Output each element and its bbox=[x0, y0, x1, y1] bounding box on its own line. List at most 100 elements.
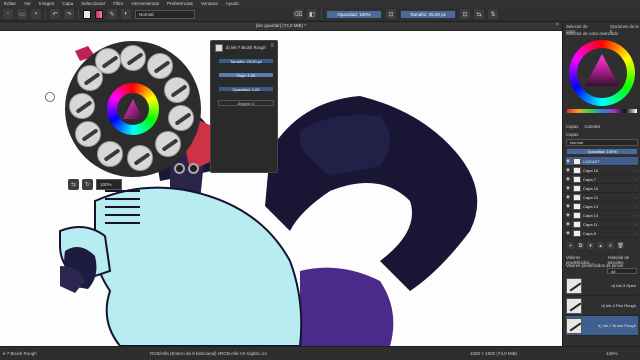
menu-ver[interactable]: Ver bbox=[24, 1, 31, 6]
brush-opacity-slider[interactable]: Opacidad: 1,00 bbox=[218, 86, 274, 92]
layer-row[interactable]: ◉ Capa 7 ▫ bbox=[566, 175, 638, 184]
brush-preset-slot[interactable] bbox=[69, 93, 95, 119]
brush-preset-item[interactable]: d) Ink-7 Brush Rough bbox=[566, 316, 638, 336]
visibility-eye-icon[interactable]: ◉ bbox=[566, 194, 571, 200]
preset-tag-select[interactable]: All bbox=[607, 268, 637, 274]
layer-row[interactable]: ◉ LINEART ▫ bbox=[566, 157, 638, 166]
redo-icon[interactable]: ↷ bbox=[64, 9, 74, 19]
brush-flow-slider[interactable]: Flujo: 1,00 bbox=[218, 72, 274, 78]
opacity-slider[interactable]: Opacidad: 100% bbox=[326, 9, 382, 19]
gradient-swatch[interactable] bbox=[83, 9, 91, 19]
layer-row[interactable]: ◉ Capa 14 ▫ bbox=[566, 211, 638, 220]
close-icon[interactable]: × bbox=[555, 22, 559, 28]
mirror-vertical-icon[interactable]: ⇅ bbox=[488, 9, 498, 19]
layer-opacity-slider[interactable]: Opacidad: 100% bbox=[566, 148, 638, 155]
layer-thumbnail bbox=[573, 166, 581, 174]
delete-layer-icon[interactable]: 🗑 bbox=[617, 242, 624, 249]
menu-ayuda[interactable]: Ayuda bbox=[226, 1, 239, 6]
brush-size-slider[interactable]: Tamaño: 25,00 px bbox=[218, 58, 274, 64]
visibility-eye-icon[interactable]: ◉ bbox=[566, 221, 571, 227]
alpha-lock-icon[interactable]: ▫ bbox=[635, 195, 638, 200]
brush-preset-slot[interactable] bbox=[155, 131, 181, 157]
brush-preset-item[interactable]: d) Ink-3 Gpen bbox=[566, 276, 638, 296]
visibility-eye-icon[interactable]: ◉ bbox=[566, 212, 571, 218]
menu-seleccionar[interactable]: Seleccionar bbox=[81, 1, 105, 6]
color-history-strip[interactable] bbox=[567, 109, 637, 113]
brush-preset-icon[interactable]: ✎ bbox=[107, 9, 117, 19]
menu-imagen[interactable]: Imagen bbox=[39, 1, 54, 6]
blend-mode-select[interactable]: Normal bbox=[135, 9, 195, 19]
visibility-eye-icon[interactable]: ◉ bbox=[566, 167, 571, 173]
mirror-horizontal-icon[interactable]: ⇆ bbox=[474, 9, 484, 19]
popup-palette[interactable] bbox=[65, 41, 201, 177]
alpha-lock-icon[interactable]: ▫ bbox=[635, 222, 638, 227]
fill-mode-icon[interactable]: ◐ bbox=[121, 9, 131, 19]
save-icon[interactable]: ▪ bbox=[31, 9, 41, 19]
tab-channels[interactable]: Canales bbox=[584, 124, 600, 129]
layer-row[interactable]: ◉ Capa 16 ▫ bbox=[566, 166, 638, 175]
right-docker: Selector de color Opciones de la h Selec… bbox=[562, 22, 640, 346]
visibility-eye-icon[interactable]: ◉ bbox=[566, 176, 571, 182]
move-up-icon[interactable]: ▴ bbox=[597, 242, 604, 249]
palette-circle-button[interactable] bbox=[174, 163, 185, 174]
menu-preferencias[interactable]: Preferencias bbox=[167, 1, 193, 6]
visibility-eye-icon[interactable]: ◉ bbox=[566, 185, 571, 191]
visibility-eye-icon[interactable]: ◉ bbox=[566, 203, 571, 209]
layer-properties-icon[interactable]: ≡ bbox=[607, 242, 614, 249]
brush-preset-slot[interactable] bbox=[168, 105, 194, 131]
popup-menu-icon[interactable]: ≡ bbox=[270, 43, 274, 49]
open-document-icon[interactable]: ▭ bbox=[17, 9, 27, 19]
duplicate-layer-icon[interactable]: ⧉ bbox=[577, 242, 584, 249]
pattern-swatch[interactable] bbox=[95, 9, 103, 19]
status-bar: k-7 Brush Rough RGB/Alfa (Entero de 8 bi… bbox=[0, 346, 640, 360]
layer-row[interactable]: ◉ Capa 15 ▫ bbox=[566, 184, 638, 193]
status-zoom[interactable]: 126% bbox=[606, 351, 618, 356]
alpha-lock-icon[interactable]: ▫ bbox=[635, 204, 638, 209]
tab-layers[interactable]: Capas bbox=[566, 124, 578, 129]
rotate-canvas-icon[interactable]: ↻ bbox=[82, 179, 93, 190]
menu-ventana[interactable]: Ventana bbox=[201, 1, 218, 6]
alpha-lock-icon[interactable]: ▫ bbox=[635, 177, 638, 182]
layer-blend-mode-select[interactable]: Normal bbox=[566, 139, 638, 146]
menu-editar[interactable]: Editar bbox=[4, 1, 16, 6]
layer-row[interactable]: ◉ Capa 10 ▫ bbox=[566, 193, 638, 202]
layer-row[interactable]: ◉ Capa 11 ▫ bbox=[566, 220, 638, 229]
move-down-icon[interactable]: ▾ bbox=[587, 242, 594, 249]
menu-herramientas[interactable]: Herramientas bbox=[131, 1, 159, 6]
alpha-lock-icon[interactable]: ▫ bbox=[635, 159, 638, 164]
brush-preset-slot[interactable] bbox=[97, 141, 123, 167]
brush-angle-field[interactable]: Ángulo: 0 bbox=[218, 100, 274, 106]
brush-preset-item[interactable]: d) Ink-4 Pen Rough bbox=[566, 296, 638, 316]
layer-row[interactable]: ◉ Capa 8 ▫ bbox=[566, 229, 638, 238]
menu-capa[interactable]: Capa bbox=[62, 1, 73, 6]
undo-icon[interactable]: ↶ bbox=[50, 9, 60, 19]
mirror-canvas-icon[interactable]: ⇆ bbox=[68, 179, 79, 190]
add-layer-icon[interactable]: + bbox=[567, 242, 574, 249]
menu-filtro[interactable]: Filtro bbox=[113, 1, 123, 6]
brush-preset-slot[interactable] bbox=[127, 145, 153, 171]
alpha-lock-icon[interactable]: ▫ bbox=[635, 168, 638, 173]
alpha-lock-icon[interactable]: ▫ bbox=[635, 231, 638, 236]
status-brush-name: k-7 Brush Rough bbox=[3, 351, 37, 356]
visibility-eye-icon[interactable]: ◉ bbox=[566, 230, 571, 236]
document-tab-title[interactable]: [sin guardar] (74,0 MiB) * bbox=[256, 23, 306, 28]
palette-zoom-select[interactable]: 100% bbox=[96, 179, 122, 190]
lock-icon[interactable]: ⊡ bbox=[460, 9, 470, 19]
eraser-mode-icon[interactable]: ⌫ bbox=[293, 9, 303, 19]
layer-row[interactable]: ◉ Capa 13 ▫ bbox=[566, 202, 638, 211]
alpha-lock-icon[interactable]: ▫ bbox=[635, 213, 638, 218]
brush-preset-slot[interactable] bbox=[147, 53, 173, 79]
brush-preset-slot[interactable] bbox=[95, 48, 121, 74]
palette-circle-button[interactable] bbox=[188, 163, 199, 174]
new-document-icon[interactable]: ▫ bbox=[3, 9, 13, 19]
lock-icon[interactable]: ⊡ bbox=[386, 9, 396, 19]
preserve-alpha-icon[interactable]: ◧ bbox=[307, 9, 317, 19]
size-slider[interactable]: Tamaño: 25,00 px bbox=[400, 9, 456, 19]
alpha-lock-icon[interactable]: ▫ bbox=[635, 186, 638, 191]
layer-thumbnail bbox=[573, 202, 581, 210]
brush-preset-slot[interactable] bbox=[120, 45, 146, 71]
visibility-eye-icon[interactable]: ◉ bbox=[566, 158, 571, 164]
brush-preset-slot[interactable] bbox=[164, 77, 190, 103]
brush-preset-slot[interactable] bbox=[75, 121, 101, 147]
layer-docker-tabs: Capas Canales bbox=[566, 124, 600, 129]
